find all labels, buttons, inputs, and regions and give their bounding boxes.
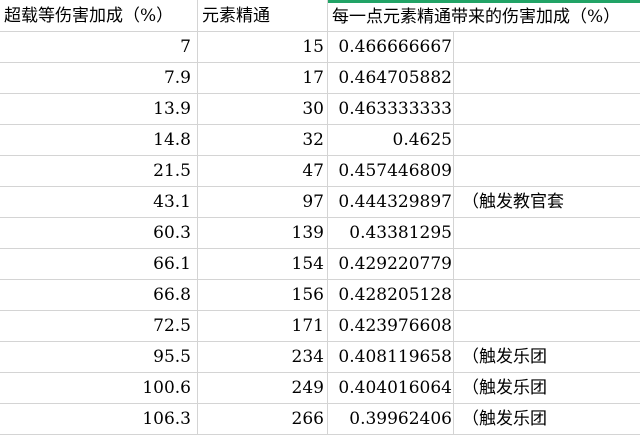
cell-mastery[interactable]: 154 [198, 249, 328, 280]
cell-per-point[interactable]: 0.39962406 [328, 404, 454, 435]
table-row: 66.1 154 0.429220779 [0, 249, 640, 280]
cell-note[interactable]: （触发乐团 [454, 373, 640, 404]
table-row: 21.5 47 0.457446809 [0, 156, 640, 187]
cell-per-point[interactable]: 0.423976608 [328, 311, 454, 342]
cell-mastery[interactable]: 156 [198, 280, 328, 311]
cell-note[interactable] [454, 125, 640, 156]
cell-per-point[interactable]: 0.4625 [328, 125, 454, 156]
cell-note[interactable] [454, 218, 640, 249]
cell-note[interactable] [454, 311, 640, 342]
table-row: 7 15 0.466666667 [0, 32, 640, 63]
cell-bonus[interactable]: 14.8 [0, 125, 198, 156]
cell-mastery[interactable]: 234 [198, 342, 328, 373]
cell-bonus[interactable]: 106.3 [0, 404, 198, 435]
header-row: 超载等伤害加成（%） 元素精通 每一点元素精通带来的伤害加成（%） [0, 0, 640, 32]
header-cell-overload-bonus[interactable]: 超载等伤害加成（%） [0, 0, 198, 32]
cell-per-point[interactable]: 0.404016064 [328, 373, 454, 404]
cell-note[interactable] [454, 63, 640, 94]
cell-per-point[interactable]: 0.429220779 [328, 249, 454, 280]
cell-bonus[interactable]: 7 [0, 32, 198, 63]
table-row: 7.9 17 0.464705882 [0, 63, 640, 94]
cell-note[interactable] [454, 156, 640, 187]
cell-note[interactable] [454, 280, 640, 311]
cell-bonus[interactable]: 60.3 [0, 218, 198, 249]
header-cell-bonus-per-mastery[interactable]: 每一点元素精通带来的伤害加成（%） [328, 0, 640, 32]
cell-bonus[interactable]: 72.5 [0, 311, 198, 342]
header-cell-elemental-mastery[interactable]: 元素精通 [198, 0, 328, 32]
table-row: 106.3 266 0.39962406 （触发乐团 [0, 404, 640, 435]
cell-per-point[interactable]: 0.464705882 [328, 63, 454, 94]
cell-mastery[interactable]: 15 [198, 32, 328, 63]
cell-bonus[interactable]: 7.9 [0, 63, 198, 94]
cell-mastery[interactable]: 249 [198, 373, 328, 404]
cell-per-point[interactable]: 0.428205128 [328, 280, 454, 311]
cell-bonus[interactable]: 13.9 [0, 94, 198, 125]
table-row: 43.1 97 0.444329897 （触发教官套 [0, 187, 640, 218]
cell-note[interactable]: （触发教官套 [454, 187, 640, 218]
cell-bonus[interactable]: 100.6 [0, 373, 198, 404]
cell-per-point[interactable]: 0.408119658 [328, 342, 454, 373]
cell-bonus[interactable]: 43.1 [0, 187, 198, 218]
cell-mastery[interactable]: 139 [198, 218, 328, 249]
cell-mastery[interactable]: 47 [198, 156, 328, 187]
cell-bonus[interactable]: 21.5 [0, 156, 198, 187]
cell-per-point[interactable]: 0.43381295 [328, 218, 454, 249]
cell-mastery[interactable]: 32 [198, 125, 328, 156]
cell-mastery[interactable]: 171 [198, 311, 328, 342]
table-row: 14.8 32 0.4625 [0, 125, 640, 156]
cell-bonus[interactable]: 66.1 [0, 249, 198, 280]
table-row: 13.9 30 0.463333333 [0, 94, 640, 125]
cell-per-point[interactable]: 0.466666667 [328, 32, 454, 63]
cell-bonus[interactable]: 95.5 [0, 342, 198, 373]
cell-note[interactable] [454, 94, 640, 125]
cell-note[interactable]: （触发乐团 [454, 404, 640, 435]
cell-mastery[interactable]: 17 [198, 63, 328, 94]
cell-bonus[interactable]: 66.8 [0, 280, 198, 311]
cell-note[interactable]: （触发乐团 [454, 342, 640, 373]
cell-mastery[interactable]: 97 [198, 187, 328, 218]
cell-per-point[interactable]: 0.457446809 [328, 156, 454, 187]
table-row: 66.8 156 0.428205128 [0, 280, 640, 311]
table-row: 72.5 171 0.423976608 [0, 311, 640, 342]
cell-note[interactable] [454, 249, 640, 280]
cell-per-point[interactable]: 0.463333333 [328, 94, 454, 125]
spreadsheet-grid: 超载等伤害加成（%） 元素精通 每一点元素精通带来的伤害加成（%） 7 15 0… [0, 0, 640, 435]
table-row: 60.3 139 0.43381295 [0, 218, 640, 249]
cell-note[interactable] [454, 32, 640, 63]
cell-per-point[interactable]: 0.444329897 [328, 187, 454, 218]
table-row: 100.6 249 0.404016064 （触发乐团 [0, 373, 640, 404]
table-row: 95.5 234 0.408119658 （触发乐团 [0, 342, 640, 373]
cell-mastery[interactable]: 30 [198, 94, 328, 125]
cell-mastery[interactable]: 266 [198, 404, 328, 435]
